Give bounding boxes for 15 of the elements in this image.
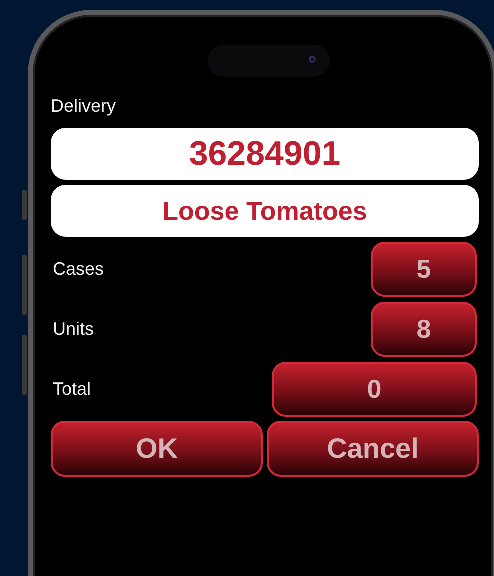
field-label: Total <box>53 379 92 400</box>
code-display: 36284901 <box>51 128 479 180</box>
ok-button[interactable]: OK <box>51 421 263 477</box>
camera-lens-icon <box>309 56 316 63</box>
screen-title: Delivery <box>51 95 118 118</box>
field-label: Cases <box>53 259 104 280</box>
side-key <box>22 335 27 395</box>
field-label: Units <box>53 319 94 340</box>
number-field[interactable]: 8 <box>371 302 477 357</box>
number-field[interactable]: 0 <box>272 362 477 417</box>
number-field[interactable]: 5 <box>371 242 477 297</box>
side-key <box>22 255 27 315</box>
cancel-button[interactable]: Cancel <box>267 421 479 477</box>
product-display: Loose Tomatoes <box>51 185 479 237</box>
side-key <box>22 190 27 220</box>
